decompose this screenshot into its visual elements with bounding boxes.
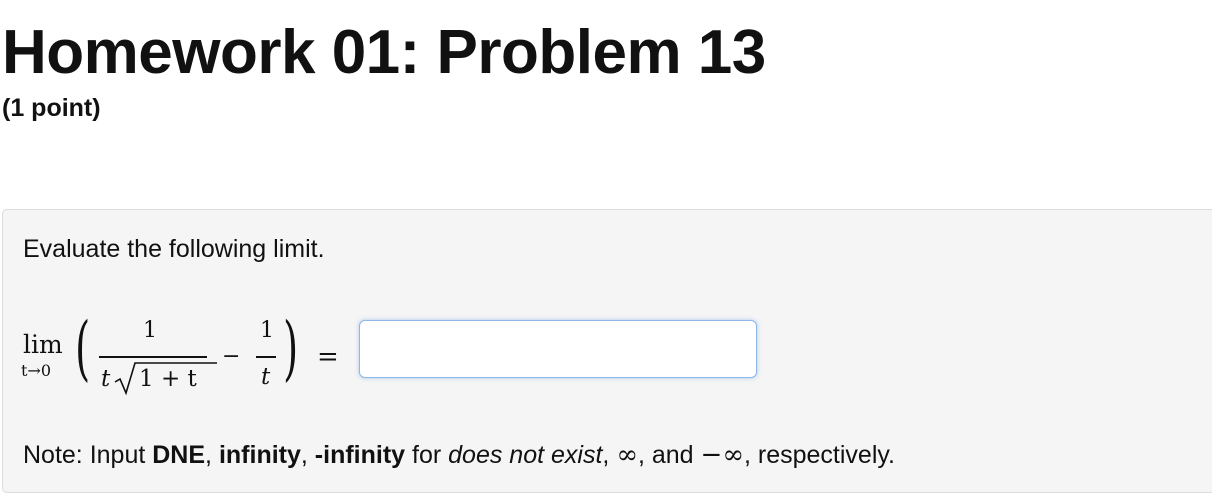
note-prefix: Note: Input [23,441,153,469]
note-suffix: , respectively. [744,441,895,469]
lim-operator: lim [23,330,63,359]
note-does-not-exist: does not exist [448,441,603,469]
note-and: , and [637,441,701,469]
left-paren: ( [75,307,91,389]
minus-operator: − [222,344,241,369]
points-label: (1 point) [2,94,101,122]
problem-instruction: Evaluate the following limit. [23,235,325,263]
fraction-1-numerator: 1 [143,318,157,343]
infinity-symbol: ∞ [616,440,638,470]
problem-panel: Evaluate the following limit. lim t→0 ( … [2,209,1212,493]
note-for: for [405,441,449,469]
note-dne: DNE [152,441,206,469]
fraction-2-denominator: t [261,364,271,390]
note-separator: , [205,441,219,469]
neg-infinity-symbol: −∞ [700,440,744,470]
answer-input[interactable] [359,320,757,378]
sqrt-radicand: 1 + t [139,366,197,392]
note-neg-infinity: -infinity [314,441,406,469]
note-infinity: infinity [218,441,301,469]
input-note: Note: Input DNE, infinity, -infinity for… [23,440,895,470]
lim-subscript: t→0 [21,361,52,380]
equals-operator: = [317,342,339,372]
page-title: Homework 01: Problem 13 [2,18,766,87]
fraction-2-numerator: 1 [260,318,274,343]
fraction-1-bar [99,356,207,358]
limit-expression: lim t→0 ( 1 t 1 + t − 1 t ) = [19,306,379,396]
denominator-t: t [101,366,111,392]
fraction-1-denominator: t 1 + t [99,360,217,396]
fraction-2-bar [256,356,276,358]
right-paren: ) [283,307,299,389]
note-separator: , [300,441,315,469]
note-separator: , [602,441,617,469]
